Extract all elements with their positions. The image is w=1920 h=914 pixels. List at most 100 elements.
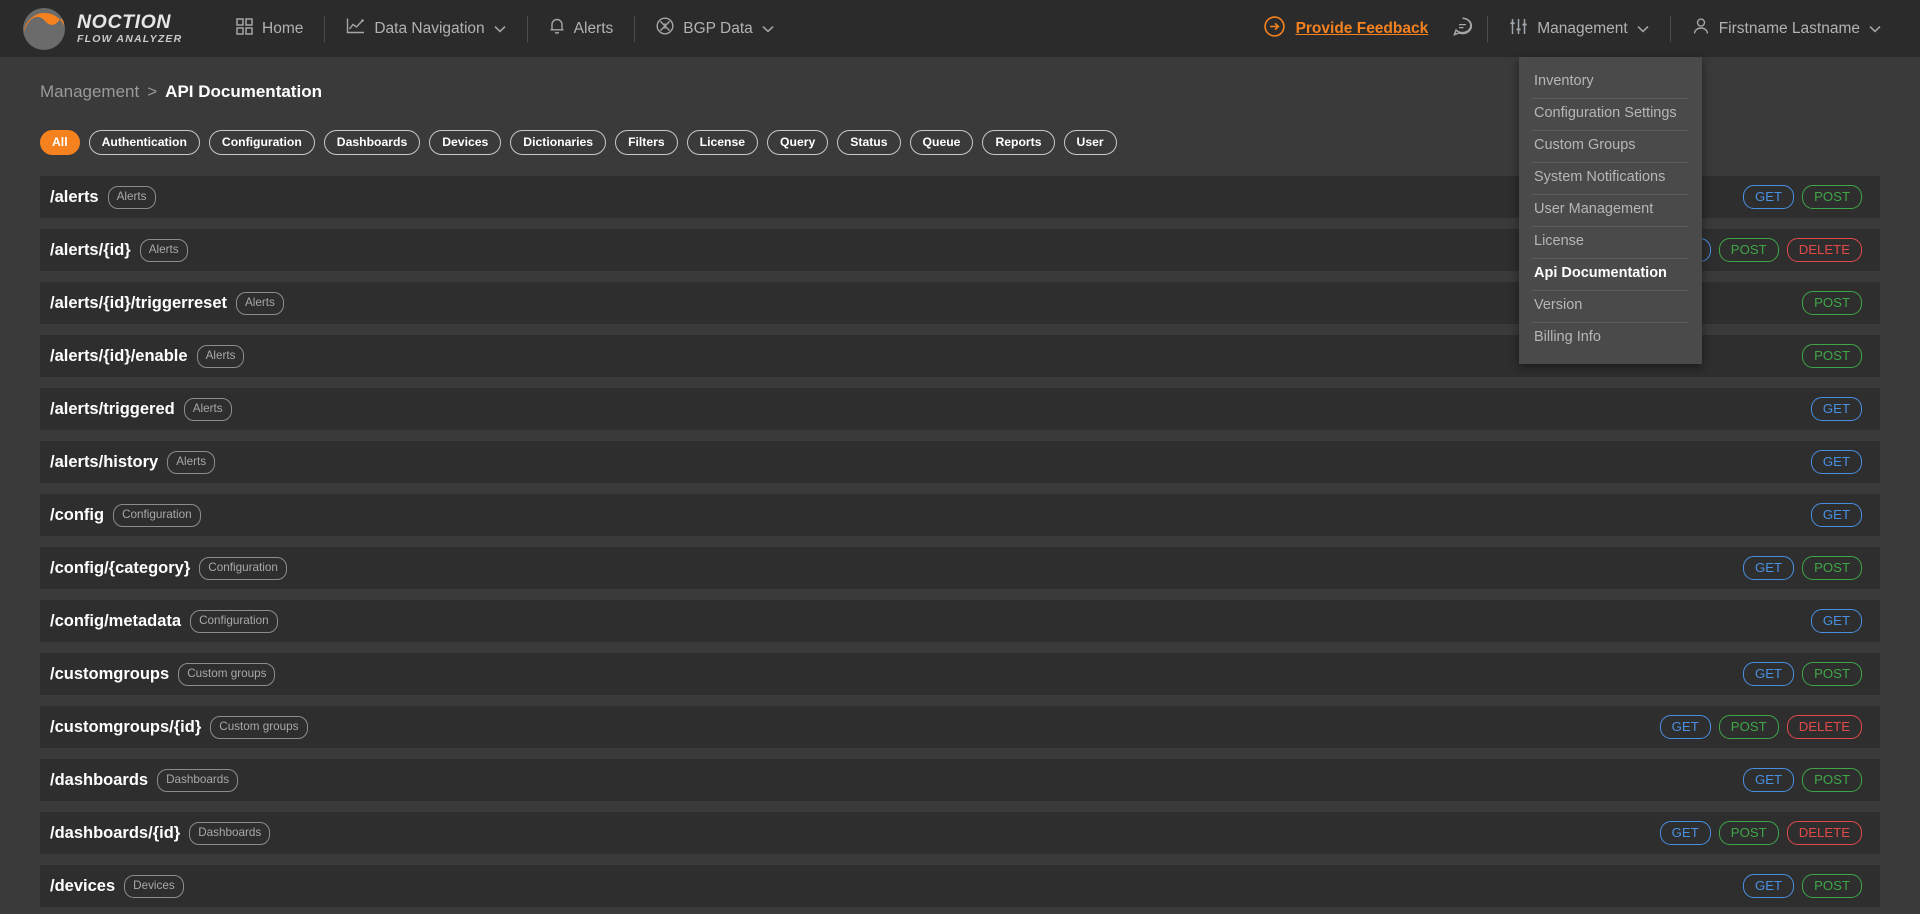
chart-line-icon bbox=[346, 17, 365, 40]
endpoint-info: /customgroups Custom groups bbox=[50, 662, 1743, 686]
endpoint-row[interactable]: /devices Devices GET POST bbox=[40, 865, 1880, 908]
filter-pill-filters[interactable]: Filters bbox=[615, 130, 678, 156]
nav-item-user-account[interactable]: Firstname Lastname bbox=[1671, 0, 1902, 57]
method-badge-post[interactable]: POST bbox=[1802, 291, 1862, 316]
method-badge-post[interactable]: POST bbox=[1718, 715, 1779, 740]
nav-right-group: Provide Feedback Management Firstname La… bbox=[1254, 0, 1920, 57]
endpoint-path: /dashboards/{id} bbox=[50, 823, 181, 842]
method-badge-get[interactable]: GET bbox=[1810, 609, 1862, 634]
method-badge-get[interactable]: GET bbox=[1742, 874, 1795, 899]
endpoint-info: /customgroups/{id} Custom groups bbox=[50, 715, 1660, 739]
method-badge-post[interactable]: POST bbox=[1802, 662, 1862, 687]
dropdown-item-system-notifications[interactable]: System Notifications bbox=[1519, 162, 1702, 194]
brand-subtitle: FLOW ANALYZER bbox=[77, 33, 183, 45]
method-badge-get[interactable]: GET bbox=[1742, 662, 1795, 687]
endpoint-info: /alerts/{id} Alerts bbox=[50, 238, 1660, 262]
endpoint-row[interactable]: /dashboards Dashboards GET POST bbox=[40, 759, 1880, 802]
dropdown-item-user-management[interactable]: User Management bbox=[1519, 194, 1702, 226]
dropdown-item-license[interactable]: License bbox=[1519, 226, 1702, 258]
method-badge-post[interactable]: POST bbox=[1802, 556, 1862, 581]
chat-bubble-button[interactable] bbox=[1438, 16, 1487, 42]
method-badge-post[interactable]: POST bbox=[1802, 874, 1862, 899]
method-badge-get[interactable]: GET bbox=[1810, 503, 1862, 528]
provide-feedback-button[interactable]: Provide Feedback bbox=[1254, 15, 1439, 42]
user-icon bbox=[1692, 17, 1710, 40]
endpoint-methods: POST bbox=[1802, 291, 1862, 316]
chevron-down-icon bbox=[762, 25, 774, 33]
endpoint-category-tag: Dashboards bbox=[157, 768, 239, 792]
endpoint-methods: GET bbox=[1810, 450, 1862, 475]
endpoint-category-tag: Alerts bbox=[167, 450, 216, 474]
endpoint-path: /alerts bbox=[50, 187, 99, 206]
filter-pill-reports[interactable]: Reports bbox=[982, 130, 1055, 156]
endpoint-row[interactable]: /config/metadata Configuration GET bbox=[40, 600, 1880, 643]
top-navigation-bar: NOCTION FLOW ANALYZER Home Data Navigati… bbox=[0, 0, 1920, 364]
dropdown-item-billing-info[interactable]: Billing Info bbox=[1519, 322, 1702, 354]
endpoint-path: /dashboards bbox=[50, 770, 149, 789]
nav-item-home[interactable]: Home bbox=[215, 0, 324, 57]
method-badge-get[interactable]: GET bbox=[1810, 450, 1862, 475]
filter-pill-configuration[interactable]: Configuration bbox=[208, 130, 315, 156]
brand-title: NOCTION bbox=[77, 10, 172, 33]
filter-pill-status[interactable]: Status bbox=[837, 130, 901, 156]
method-badge-get[interactable]: GET bbox=[1659, 715, 1711, 740]
method-badge-get[interactable]: GET bbox=[1742, 768, 1795, 793]
nav-label-bgp-data: BGP Data bbox=[683, 19, 753, 37]
filter-pill-dashboards[interactable]: Dashboards bbox=[323, 130, 421, 156]
method-badge-post[interactable]: POST bbox=[1802, 768, 1862, 793]
nav-item-bgp-data[interactable]: BGP Data bbox=[635, 0, 795, 57]
endpoint-row[interactable]: /alerts/triggered Alerts GET bbox=[40, 388, 1880, 431]
filter-pill-license[interactable]: License bbox=[686, 130, 759, 156]
endpoint-path: /config bbox=[50, 505, 105, 524]
method-badge-get[interactable]: GET bbox=[1810, 397, 1862, 422]
endpoint-info: /config/metadata Configuration bbox=[50, 609, 1811, 633]
filter-pill-queue[interactable]: Queue bbox=[909, 130, 974, 156]
method-badge-delete[interactable]: DELETE bbox=[1786, 715, 1862, 740]
endpoint-path: /alerts/history bbox=[50, 452, 159, 471]
endpoint-category-tag: Devices bbox=[124, 874, 184, 898]
filter-pill-devices[interactable]: Devices bbox=[429, 130, 502, 156]
dropdown-item-api-documentation[interactable]: Api Documentation bbox=[1519, 258, 1702, 290]
endpoint-category-tag: Alerts bbox=[183, 397, 232, 421]
method-badge-post[interactable]: POST bbox=[1802, 185, 1862, 210]
nav-item-data-navigation[interactable]: Data Navigation bbox=[325, 0, 526, 57]
endpoint-path: /customgroups bbox=[50, 664, 170, 683]
endpoint-row[interactable]: /alerts/history Alerts GET bbox=[40, 441, 1880, 484]
nav-item-management[interactable]: Management bbox=[1488, 0, 1669, 57]
endpoint-methods: GET bbox=[1810, 609, 1862, 634]
breadcrumb-root[interactable]: Management bbox=[40, 82, 139, 102]
filter-pill-user[interactable]: User bbox=[1063, 130, 1117, 156]
method-badge-delete[interactable]: DELETE bbox=[1786, 821, 1862, 846]
nav-item-alerts[interactable]: Alerts bbox=[528, 0, 635, 57]
method-badge-post[interactable]: POST bbox=[1718, 821, 1779, 846]
endpoint-category-tag: Dashboards bbox=[189, 821, 271, 845]
endpoint-path: /alerts/{id} bbox=[50, 240, 131, 259]
dropdown-item-custom-groups[interactable]: Custom Groups bbox=[1519, 130, 1702, 162]
method-badge-delete[interactable]: DELETE bbox=[1786, 238, 1862, 263]
method-badge-post[interactable]: POST bbox=[1802, 344, 1862, 369]
endpoint-row[interactable]: /customgroups/{id} Custom groups GET POST DE… bbox=[40, 706, 1880, 749]
brand-logo[interactable]: NOCTION FLOW ANALYZER bbox=[0, 7, 215, 51]
endpoint-row[interactable]: /config/{category} Configuration GET POST bbox=[40, 547, 1880, 590]
filter-pill-all[interactable]: All bbox=[40, 130, 80, 156]
endpoint-category-tag: Alerts bbox=[107, 185, 156, 209]
dropdown-item-inventory[interactable]: Inventory bbox=[1519, 66, 1702, 98]
method-badge-post[interactable]: POST bbox=[1718, 238, 1779, 263]
endpoint-row[interactable]: /dashboards/{id} Dashboards GET POST DELETE bbox=[40, 812, 1880, 855]
method-badge-get[interactable]: GET bbox=[1659, 821, 1711, 846]
endpoint-category-tag: Alerts bbox=[139, 238, 188, 262]
endpoint-methods: GET POST bbox=[1742, 185, 1862, 210]
endpoint-row[interactable]: /config Configuration GET bbox=[40, 494, 1880, 537]
nav-label-home: Home bbox=[262, 19, 304, 37]
dropdown-item-configuration-settings[interactable]: Configuration Settings bbox=[1519, 98, 1702, 130]
endpoint-row[interactable]: /customgroups Custom groups GET POST bbox=[40, 653, 1880, 696]
primary-nav-items: Home Data Navigation Alerts BGP Data bbox=[215, 0, 795, 57]
filter-pill-authentication[interactable]: Authentication bbox=[88, 130, 200, 156]
endpoint-methods: POST bbox=[1802, 344, 1862, 369]
chat-bubble-icon bbox=[1452, 16, 1473, 42]
method-badge-get[interactable]: GET bbox=[1742, 185, 1795, 210]
method-badge-get[interactable]: GET bbox=[1742, 556, 1795, 581]
filter-pill-dictionaries[interactable]: Dictionaries bbox=[510, 130, 607, 156]
dropdown-item-version[interactable]: Version bbox=[1519, 290, 1702, 322]
filter-pill-query[interactable]: Query bbox=[767, 130, 829, 156]
